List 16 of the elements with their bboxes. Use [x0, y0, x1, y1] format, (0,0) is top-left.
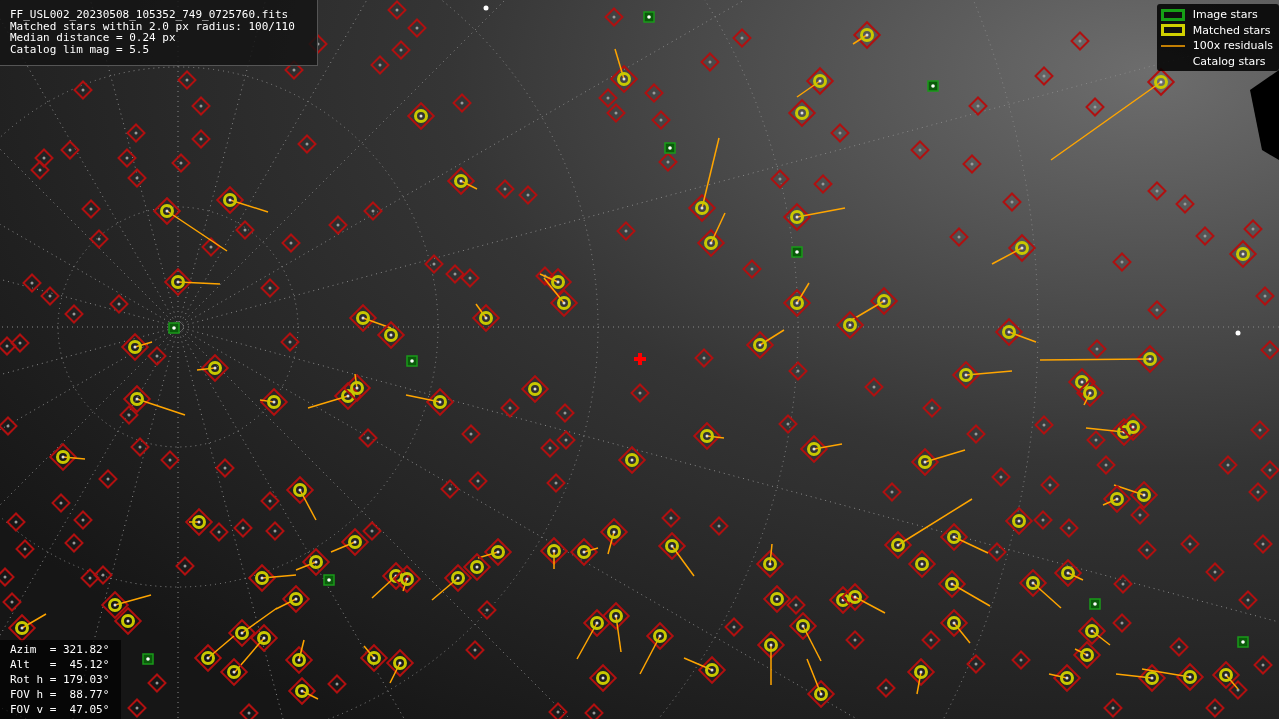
info-text: Catalog lim mag = 5.5	[10, 43, 151, 55]
center-cross-icon	[634, 353, 646, 365]
readout-text: FOV v = 47.05°	[10, 702, 110, 717]
legend-label: 100x residuals	[1192, 39, 1273, 53]
legend-label: Matched stars	[1192, 23, 1271, 37]
readout-text: FOV h = 88.77°	[10, 687, 110, 702]
info-text: Matched stars within 2.0 px radius: 100/110	[10, 20, 296, 32]
legend-label: Image stars	[1192, 8, 1258, 22]
info-text: Median distance = 0.24 px	[10, 32, 176, 44]
image-star-marker-icon	[1160, 8, 1185, 21]
matched-star-marker-icon	[1160, 24, 1185, 37]
readout-text: Rot h = 179.03°	[10, 672, 110, 687]
legend-label: Catalog stars	[1192, 54, 1266, 68]
readout-text: Alt = 45.12°	[10, 657, 110, 672]
readout-text: Azim = 321.82°	[10, 642, 110, 657]
info-text: FF_USL002_20230508_105352_749_0725760.fits	[10, 9, 290, 21]
